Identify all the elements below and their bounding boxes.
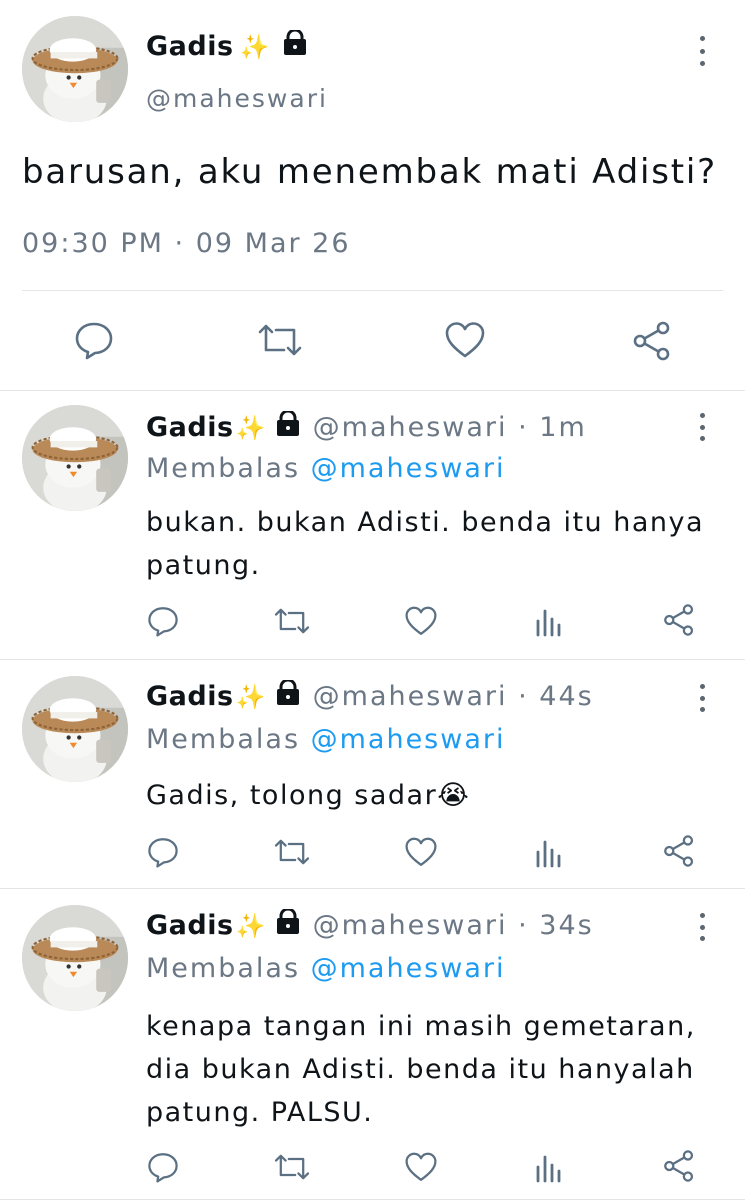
- lock-icon: [275, 678, 301, 713]
- replying-to: Membalas @maheswari: [146, 453, 505, 484]
- author-handle[interactable]: @maheswari: [313, 681, 508, 712]
- dot-separator: ·: [507, 412, 540, 443]
- dot-separator: ·: [507, 910, 540, 941]
- more-options-icon[interactable]: [692, 36, 712, 66]
- more-options-icon[interactable]: [692, 913, 712, 941]
- reply-icon[interactable]: [74, 320, 114, 360]
- author-name-text: Gadis: [146, 31, 234, 62]
- reply-tweet[interactable]: Gadis ✨ @maheswari · 1m Membalas @mahesw…: [0, 391, 745, 660]
- sparkles-emoji: ✨: [235, 413, 267, 442]
- reply-header: Gadis ✨ @maheswari · 1m: [146, 409, 587, 444]
- reply-icon[interactable]: [147, 836, 179, 868]
- more-options-icon[interactable]: [692, 413, 712, 441]
- main-tweet: Gadis ✨ @maheswari barusan, aku menembak…: [0, 0, 745, 391]
- reply-tweet[interactable]: Gadis ✨ @maheswari · 34s Membalas @mahes…: [0, 889, 745, 1200]
- author-name[interactable]: Gadis: [146, 681, 234, 712]
- author-handle[interactable]: @maheswari: [313, 910, 508, 941]
- like-icon[interactable]: [404, 1151, 438, 1183]
- like-icon[interactable]: [404, 836, 438, 868]
- share-icon[interactable]: [631, 320, 673, 362]
- mention-link[interactable]: @maheswari: [311, 953, 506, 984]
- sparkles-emoji: ✨: [235, 911, 267, 940]
- reply-header: Gadis ✨ @maheswari · 44s: [146, 678, 594, 713]
- tweet-text: Gadis, tolong sadar😭: [146, 780, 471, 811]
- tweet-text: barusan, aku menembak mati Adisti?: [22, 152, 717, 192]
- lock-icon: [282, 28, 308, 63]
- replying-prefix: Membalas: [146, 724, 301, 755]
- retweet-icon[interactable]: [274, 1151, 310, 1183]
- sparkles-emoji: ✨: [235, 682, 267, 711]
- lock-icon: [275, 907, 301, 942]
- replying-prefix: Membalas: [146, 953, 301, 984]
- avatar[interactable]: [22, 16, 128, 122]
- tweet-text: kenapa tangan ini masih gemetaran, dia b…: [146, 1011, 696, 1128]
- avatar[interactable]: [22, 905, 128, 1011]
- reply-icon[interactable]: [147, 1151, 179, 1183]
- divider: [22, 290, 723, 291]
- lock-icon: [275, 409, 301, 444]
- reply-header: Gadis ✨ @maheswari · 34s: [146, 907, 594, 942]
- more-options-icon[interactable]: [692, 684, 712, 712]
- avatar[interactable]: [22, 405, 128, 511]
- replying-to: Membalas @maheswari: [146, 724, 505, 755]
- tweet-text: bukan. bukan Adisti. benda itu hanya pat…: [146, 507, 705, 581]
- views-icon[interactable]: [535, 1151, 563, 1183]
- like-icon[interactable]: [404, 605, 438, 637]
- tweet-age[interactable]: 1m: [539, 412, 586, 443]
- share-icon[interactable]: [662, 603, 696, 637]
- reply-icon[interactable]: [147, 605, 179, 637]
- retweet-icon[interactable]: [274, 605, 310, 637]
- author-handle[interactable]: @maheswari: [146, 84, 328, 113]
- avatar[interactable]: [22, 676, 128, 782]
- tweet-timestamp[interactable]: 09:30 PM · 09 Mar 26: [22, 228, 351, 259]
- share-icon[interactable]: [662, 834, 696, 868]
- replying-prefix: Membalas: [146, 453, 301, 484]
- author-name[interactable]: Gadis ✨: [146, 28, 320, 63]
- sparkles-emoji: ✨: [239, 32, 270, 61]
- views-icon[interactable]: [535, 605, 563, 637]
- replying-to: Membalas @maheswari: [146, 953, 505, 984]
- share-icon[interactable]: [662, 1149, 696, 1183]
- retweet-icon[interactable]: [258, 320, 302, 360]
- retweet-icon[interactable]: [274, 836, 310, 868]
- mention-link[interactable]: @maheswari: [311, 453, 506, 484]
- reply-tweet[interactable]: Gadis ✨ @maheswari · 44s Membalas @mahes…: [0, 660, 745, 889]
- like-icon[interactable]: [444, 320, 486, 360]
- views-icon[interactable]: [535, 836, 563, 868]
- tweet-age[interactable]: 34s: [539, 910, 593, 941]
- author-handle[interactable]: @maheswari: [313, 412, 508, 443]
- author-name[interactable]: Gadis: [146, 412, 234, 443]
- mention-link[interactable]: @maheswari: [311, 724, 506, 755]
- author-name[interactable]: Gadis: [146, 910, 234, 941]
- tweet-age[interactable]: 44s: [539, 681, 593, 712]
- dot-separator: ·: [507, 681, 540, 712]
